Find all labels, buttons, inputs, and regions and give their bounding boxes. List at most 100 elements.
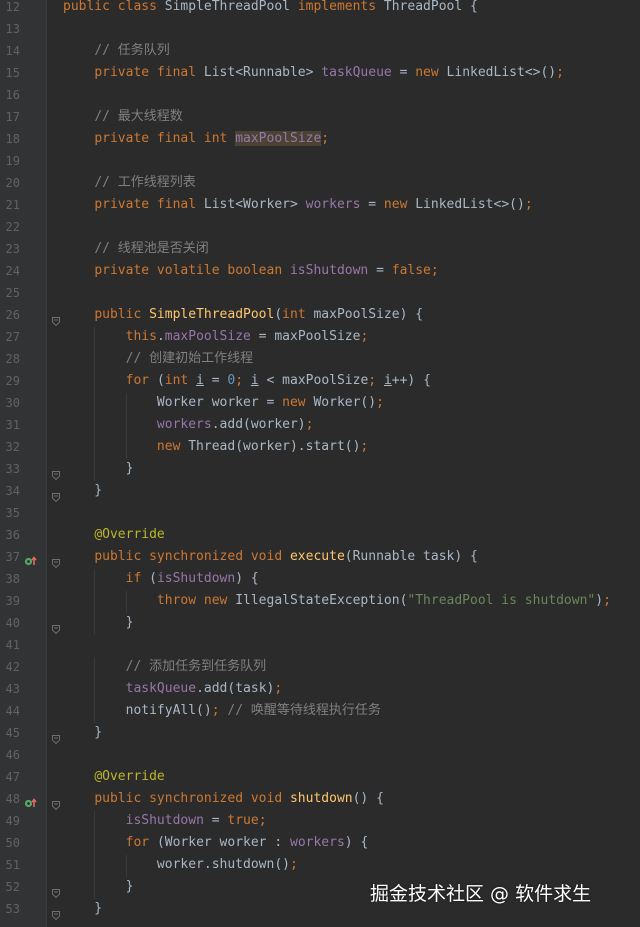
code-line-45[interactable]: 45 } (0, 723, 640, 745)
code-text[interactable]: if (isShutdown) { (63, 570, 259, 588)
code-text[interactable]: new Thread(worker).start(); (63, 438, 368, 456)
code-line-15[interactable]: 15 private final List<Runnable> taskQueu… (0, 63, 640, 85)
code-token: if (125, 571, 150, 586)
code-line-21[interactable]: 21 private final List<Worker> workers = … (0, 195, 640, 217)
code-text[interactable]: } (63, 614, 134, 632)
fold-marker-icon[interactable] (52, 487, 60, 503)
code-line-31[interactable]: 31 workers.add(worker); (0, 415, 640, 437)
code-line-25[interactable]: 25 (0, 283, 640, 305)
code-token: execute (289, 549, 345, 564)
code-line-12[interactable]: 12 public class SimpleThreadPool implemen… (0, 0, 640, 19)
fold-marker-icon[interactable] (52, 465, 60, 481)
code-text[interactable]: for (int i = 0; i < maxPoolSize; i++) { (63, 372, 431, 390)
code-text[interactable]: // 添加任务到任务队列 (63, 658, 266, 676)
code-line-43[interactable]: 43 taskQueue.add(task); (0, 679, 640, 701)
fold-marker-icon[interactable] (52, 729, 60, 745)
code-text[interactable]: } (63, 900, 102, 918)
code-text[interactable]: } (63, 482, 102, 500)
code-text[interactable]: // 任务队列 (63, 42, 169, 60)
fold-marker-icon[interactable] (52, 619, 60, 635)
override-method-icon[interactable] (24, 552, 38, 566)
code-line-42[interactable]: 42 // 添加任务到任务队列 (0, 657, 640, 679)
code-text[interactable]: } (63, 460, 134, 478)
code-line-16[interactable]: 16 (0, 85, 640, 107)
code-text[interactable]: notifyAll(); // 唤醒等待线程执行任务 (63, 702, 381, 720)
code-line-23[interactable]: 23 // 线程池是否关闭 (0, 239, 640, 261)
code-token: for (125, 835, 157, 850)
code-line-26[interactable]: 26 public SimpleThreadPool(int maxPoolSi… (0, 305, 640, 327)
code-text[interactable]: // 最大线程数 (63, 108, 183, 126)
code-text[interactable]: public synchronized void execute(Runnabl… (63, 548, 478, 566)
code-line-46[interactable]: 46 (0, 745, 640, 767)
fold-marker-icon[interactable] (52, 553, 60, 569)
code-editor[interactable]: 12 public class SimpleThreadPool implemen… (0, 0, 640, 927)
code-text[interactable]: workers.add(worker); (63, 416, 314, 434)
code-text[interactable]: Worker worker = new Worker(); (63, 394, 384, 412)
code-text[interactable]: @Override (63, 526, 164, 544)
code-line-50[interactable]: 50 for (Worker worker : workers) { (0, 833, 640, 855)
code-line-37[interactable]: 37 public synchronized void execute(Runn… (0, 547, 640, 569)
fold-marker-icon[interactable] (52, 883, 60, 899)
fold-marker-icon[interactable] (52, 905, 60, 921)
code-line-41[interactable]: 41 (0, 635, 640, 657)
code-text[interactable]: isShutdown = true; (63, 812, 267, 830)
code-text[interactable]: // 工作线程列表 (63, 174, 195, 192)
code-line-36[interactable]: 36 @Override (0, 525, 640, 547)
line-number: 21 (5, 198, 20, 212)
code-token: ThreadPool { (383, 0, 478, 14)
code-token: private final int (94, 131, 236, 146)
code-line-13[interactable]: 13 (0, 19, 640, 41)
code-text[interactable]: public SimpleThreadPool(int maxPoolSize)… (63, 306, 423, 324)
code-line-51[interactable]: 51 worker.shutdown(); (0, 855, 640, 877)
code-line-17[interactable]: 17 // 最大线程数 (0, 107, 640, 129)
code-token: shutdown (289, 791, 353, 806)
code-text[interactable]: worker.shutdown(); (63, 856, 298, 874)
code-line-35[interactable]: 35 (0, 503, 640, 525)
line-number: 41 (5, 638, 20, 652)
code-line-47[interactable]: 47 @Override (0, 767, 640, 789)
code-line-24[interactable]: 24 private volatile boolean isShutdown =… (0, 261, 640, 283)
code-text[interactable]: private final List<Worker> workers = new… (63, 196, 532, 214)
code-line-38[interactable]: 38 if (isShutdown) { (0, 569, 640, 591)
code-token: Thread(worker).start() (188, 439, 361, 454)
code-line-20[interactable]: 20 // 工作线程列表 (0, 173, 640, 195)
line-number: 12 (5, 0, 20, 14)
code-text[interactable]: private volatile boolean isShutdown = fa… (63, 262, 438, 280)
code-line-29[interactable]: 29 for (int i = 0; i < maxPoolSize; i++)… (0, 371, 640, 393)
code-text[interactable]: this.maxPoolSize = maxPoolSize; (63, 328, 369, 346)
code-line-39[interactable]: 39 throw new IllegalStateException("Thre… (0, 591, 640, 613)
code-token: workers (290, 835, 345, 850)
code-line-28[interactable]: 28 // 创建初始工作线程 (0, 349, 640, 371)
code-line-33[interactable]: 33 } (0, 459, 640, 481)
code-line-44[interactable]: 44 notifyAll(); // 唤醒等待线程执行任务 (0, 701, 640, 723)
code-text[interactable]: // 创建初始工作线程 (63, 350, 253, 368)
code-text[interactable]: private final List<Runnable> taskQueue =… (63, 64, 564, 82)
code-text[interactable]: throw new IllegalStateException("ThreadP… (63, 592, 611, 610)
code-text[interactable]: @Override (63, 768, 164, 786)
code-line-49[interactable]: 49 isShutdown = true; (0, 811, 640, 833)
code-line-40[interactable]: 40 } (0, 613, 640, 635)
code-text[interactable]: // 线程池是否关闭 (63, 240, 208, 258)
code-text[interactable]: taskQueue.add(task); (63, 680, 283, 698)
fold-marker-icon[interactable] (52, 311, 60, 327)
code-line-14[interactable]: 14 // 任务队列 (0, 41, 640, 63)
code-token: i (383, 373, 392, 388)
fold-marker-icon[interactable] (52, 795, 60, 811)
override-method-icon[interactable] (24, 794, 38, 808)
code-text[interactable]: public synchronized void shutdown() { (63, 790, 384, 808)
code-text[interactable]: } (63, 878, 134, 896)
code-text[interactable]: for (Worker worker : workers) { (63, 834, 369, 852)
code-line-34[interactable]: 34 } (0, 481, 640, 503)
code-token: // 最大线程数 (94, 109, 183, 124)
code-line-18[interactable]: 18 private final int maxPoolSize; (0, 129, 640, 151)
code-line-27[interactable]: 27 this.maxPoolSize = maxPoolSize; (0, 327, 640, 349)
code-text[interactable]: public class SimpleThreadPool implements… (63, 0, 478, 16)
code-line-19[interactable]: 19 (0, 151, 640, 173)
code-line-48[interactable]: 48 public synchronized void shutdown() { (0, 789, 640, 811)
code-line-32[interactable]: 32 new Thread(worker).start(); (0, 437, 640, 459)
code-line-30[interactable]: 30 Worker worker = new Worker(); (0, 393, 640, 415)
code-text[interactable]: private final int maxPoolSize; (63, 130, 329, 148)
code-token: = (203, 813, 228, 828)
code-text[interactable]: } (63, 724, 102, 742)
code-line-22[interactable]: 22 (0, 217, 640, 239)
